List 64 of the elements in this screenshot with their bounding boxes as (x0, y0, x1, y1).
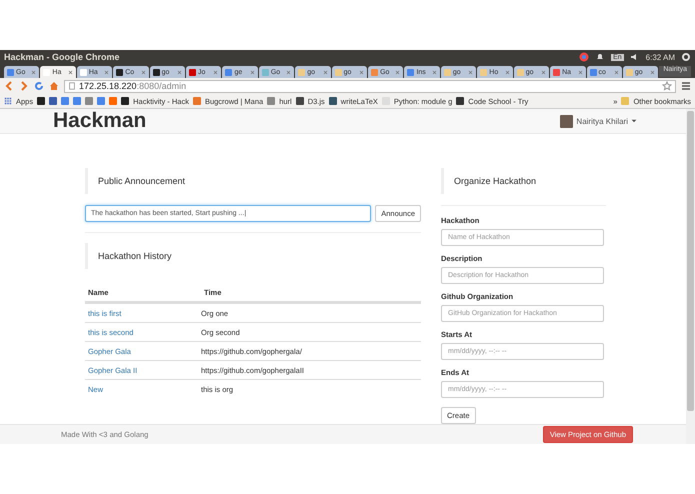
close-icon[interactable] (177, 70, 182, 74)
menu-icon (681, 81, 691, 91)
favicon-icon (516, 68, 524, 76)
window-title: Hackman - Google Chrome (4, 52, 120, 62)
close-icon[interactable] (395, 70, 400, 74)
favicon-icon (328, 97, 337, 105)
favicon-icon (407, 68, 414, 76)
favicon-icon (298, 68, 306, 76)
reload-icon (34, 81, 44, 91)
close-icon[interactable] (104, 70, 110, 74)
favicon-icon (590, 68, 596, 76)
favicon-icon (262, 68, 269, 76)
close-icon[interactable] (359, 70, 364, 74)
caret-icon (631, 118, 637, 124)
favicon-icon (152, 68, 160, 76)
favicon-icon (267, 97, 276, 105)
apps-grid-icon (4, 97, 12, 105)
folder-icon (621, 97, 630, 105)
favicon-icon (456, 97, 464, 105)
favicon-icon (116, 68, 124, 76)
home-icon (49, 81, 59, 91)
close-icon[interactable] (468, 70, 474, 74)
favicon-icon (7, 68, 14, 76)
bell-icon (595, 52, 606, 62)
close-icon[interactable] (578, 70, 582, 74)
section-heading: Hackathon History (85, 243, 421, 269)
favicon-icon (192, 97, 201, 105)
favicon-icon (189, 68, 196, 76)
close-icon[interactable] (250, 70, 255, 74)
close-icon[interactable] (432, 70, 437, 74)
user-menu[interactable]: Nairitya Khilari (560, 114, 637, 128)
close-icon[interactable] (140, 70, 146, 74)
favicon-icon (334, 68, 342, 76)
forward-icon (19, 81, 29, 91)
close-icon[interactable] (31, 70, 36, 74)
star-icon (662, 81, 672, 91)
favicon-icon (444, 68, 451, 76)
close-icon[interactable] (286, 70, 292, 74)
favicon-icon (371, 68, 378, 76)
close-icon[interactable] (68, 70, 73, 74)
close-icon[interactable] (504, 70, 510, 74)
favicon-icon (121, 97, 130, 105)
close-icon[interactable] (213, 70, 218, 74)
chrome-icon (579, 52, 590, 62)
favicon-icon (296, 97, 304, 105)
favicon-icon (626, 68, 633, 76)
section-heading: Organize Hackathon (441, 168, 606, 194)
clock: 6:32 AM (646, 52, 675, 62)
page-icon (68, 82, 76, 90)
section-heading: Public Announcement (85, 168, 421, 194)
scrollbar-thumb[interactable] (687, 111, 694, 411)
favicon-icon (480, 68, 488, 76)
close-icon[interactable] (614, 70, 619, 74)
favicon-icon (80, 68, 87, 76)
brand-title[interactable]: Hackman (53, 109, 146, 133)
close-icon[interactable] (322, 70, 328, 74)
favicon-icon (553, 68, 560, 76)
close-icon[interactable] (541, 70, 546, 74)
close-icon[interactable] (650, 70, 656, 74)
avatar-placeholder (560, 114, 574, 128)
back-icon (4, 81, 14, 91)
address-bar[interactable]: 172.25.18.220:8080/admin (64, 80, 676, 92)
favicon-icon (43, 68, 50, 76)
favicon-icon (225, 68, 232, 76)
